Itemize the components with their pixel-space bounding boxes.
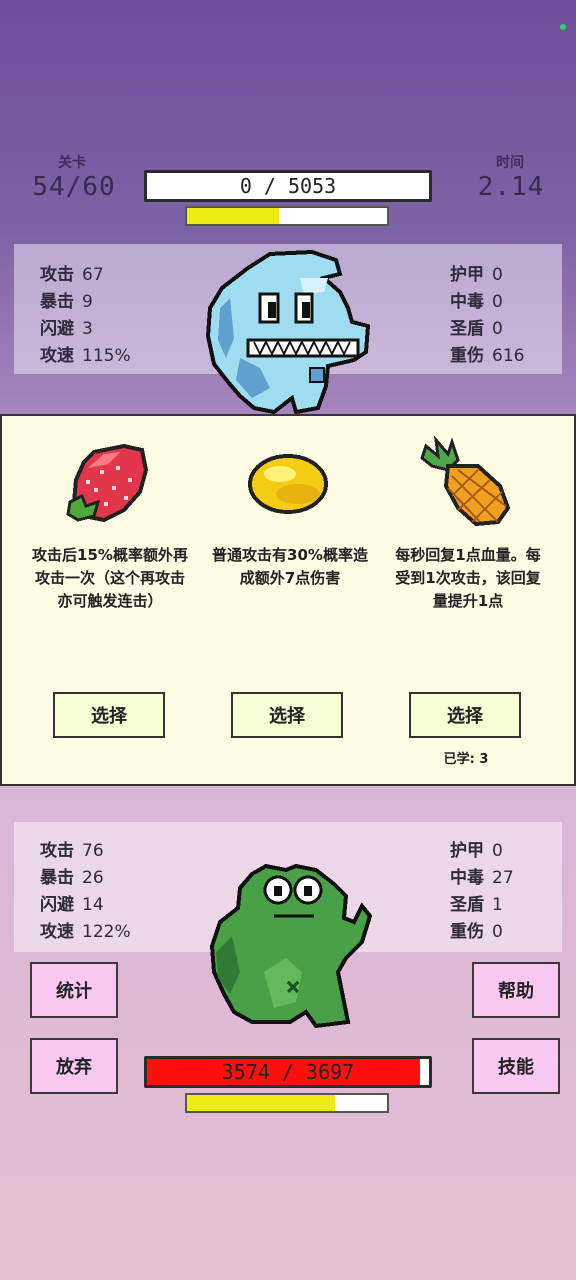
- enemy-stat-label: 攻速: [40, 346, 74, 366]
- enemy-hp-text: 0 / 5053: [239, 174, 337, 198]
- player-stat-row: 中毒 27: [450, 863, 514, 888]
- player-stat-row: 攻速 122%: [40, 917, 131, 942]
- enemy-stat-row: 攻速 115%: [40, 341, 131, 366]
- player-stat-row: 护甲 0: [450, 836, 503, 861]
- player-stat-row: 重伤 0: [450, 917, 503, 942]
- player-stat-label: 重伤: [450, 922, 484, 942]
- enemy-hp-bar: 0 / 5053: [144, 170, 432, 202]
- enemy-stat-row: 中毒 0: [450, 287, 503, 312]
- skills-button[interactable]: 技能: [472, 1038, 560, 1094]
- player-stat-value: 76: [82, 841, 104, 861]
- select-button-pineapple[interactable]: 选择: [409, 692, 521, 738]
- enemy-stat-label: 攻击: [40, 265, 74, 285]
- choice-desc-strawberry: 攻击后15%概率额外再攻击一次（这个再攻击亦可触发连击）: [32, 546, 188, 610]
- enemy-stat-row: 重伤 616: [450, 341, 524, 366]
- enemy-stat-value: 0: [492, 319, 503, 339]
- player-stat-row: 攻击 76: [40, 836, 104, 861]
- learned-count: 已学: 3: [443, 752, 489, 767]
- level-label: 关卡: [58, 155, 86, 171]
- enemy-stat-value: 0: [492, 292, 503, 312]
- give-up-button[interactable]: 放弃: [30, 1038, 118, 1094]
- select-button-lemon[interactable]: 选择: [231, 692, 343, 738]
- player-stat-value: 0: [492, 922, 503, 942]
- player-energy-bar: [185, 1093, 389, 1113]
- help-button[interactable]: 帮助: [472, 962, 560, 1018]
- time-value: 2.14: [477, 172, 545, 202]
- status-dot: [560, 24, 566, 30]
- enemy-stat-label: 护甲: [450, 265, 484, 285]
- enemy-stat-label: 重伤: [450, 346, 484, 366]
- player-stat-value: 0: [492, 841, 503, 861]
- enemy-stat-label: 暴击: [40, 292, 74, 312]
- pineapple-icon: [420, 436, 511, 527]
- enemy-stat-row: 闪避 3: [40, 314, 93, 339]
- player-stat-label: 圣盾: [450, 895, 484, 915]
- enemy-energy-fill: [187, 208, 279, 224]
- player-stat-label: 闪避: [40, 895, 74, 915]
- player-stat-label: 攻击: [40, 841, 74, 861]
- enemy-stat-value: 9: [82, 292, 93, 312]
- enemy-stat-label: 圣盾: [450, 319, 484, 339]
- player-frog-sprite: [209, 863, 372, 1028]
- time-label: 时间: [496, 155, 524, 171]
- enemy-stat-label: 中毒: [450, 292, 484, 312]
- level-value: 54/60: [32, 172, 116, 202]
- player-stat-value: 26: [82, 868, 104, 888]
- player-stat-value: 14: [82, 895, 104, 915]
- player-hp-bar: 3574 / 3697: [144, 1056, 432, 1088]
- enemy-stat-value: 115%: [82, 346, 131, 366]
- player-stat-row: 暴击 26: [40, 863, 104, 888]
- player-stat-label: 暴击: [40, 868, 74, 888]
- enemy-stat-value: 0: [492, 265, 503, 285]
- enemy-stat-value: 3: [82, 319, 93, 339]
- player-stat-label: 攻速: [40, 922, 74, 942]
- select-button-strawberry[interactable]: 选择: [53, 692, 165, 738]
- player-stat-label: 护甲: [450, 841, 484, 861]
- player-stat-row: 圣盾 1: [450, 890, 503, 915]
- enemy-stat-value: 67: [82, 265, 104, 285]
- player-stat-value: 122%: [82, 922, 131, 942]
- enemy-stat-row: 护甲 0: [450, 260, 503, 285]
- player-energy-fill: [187, 1095, 335, 1111]
- enemy-stat-label: 闪避: [40, 319, 74, 339]
- player-stat-row: 闪避 14: [40, 890, 104, 915]
- enemy-energy-bar: [185, 206, 389, 226]
- player-stat-value: 1: [492, 895, 503, 915]
- enemy-stat-row: 暴击 9: [40, 287, 93, 312]
- enemy-stat-row: 攻击 67: [40, 260, 104, 285]
- enemy-dino-sprite: [205, 249, 371, 415]
- enemy-stat-row: 圣盾 0: [450, 314, 503, 339]
- choice-desc-pineapple: 每秒回复1点血量。每受到1次攻击，该回复量提升1点: [395, 546, 541, 610]
- player-stat-label: 中毒: [450, 868, 484, 888]
- stats-button[interactable]: 统计: [30, 962, 118, 1018]
- enemy-stat-value: 616: [492, 346, 525, 366]
- choice-desc-lemon: 普通攻击有30%概率造成额外7点伤害: [212, 546, 368, 587]
- lemon-icon: [248, 454, 328, 514]
- strawberry-icon: [66, 443, 149, 523]
- player-hp-text: 3574 / 3697: [221, 1060, 355, 1084]
- player-stat-value: 27: [492, 868, 514, 888]
